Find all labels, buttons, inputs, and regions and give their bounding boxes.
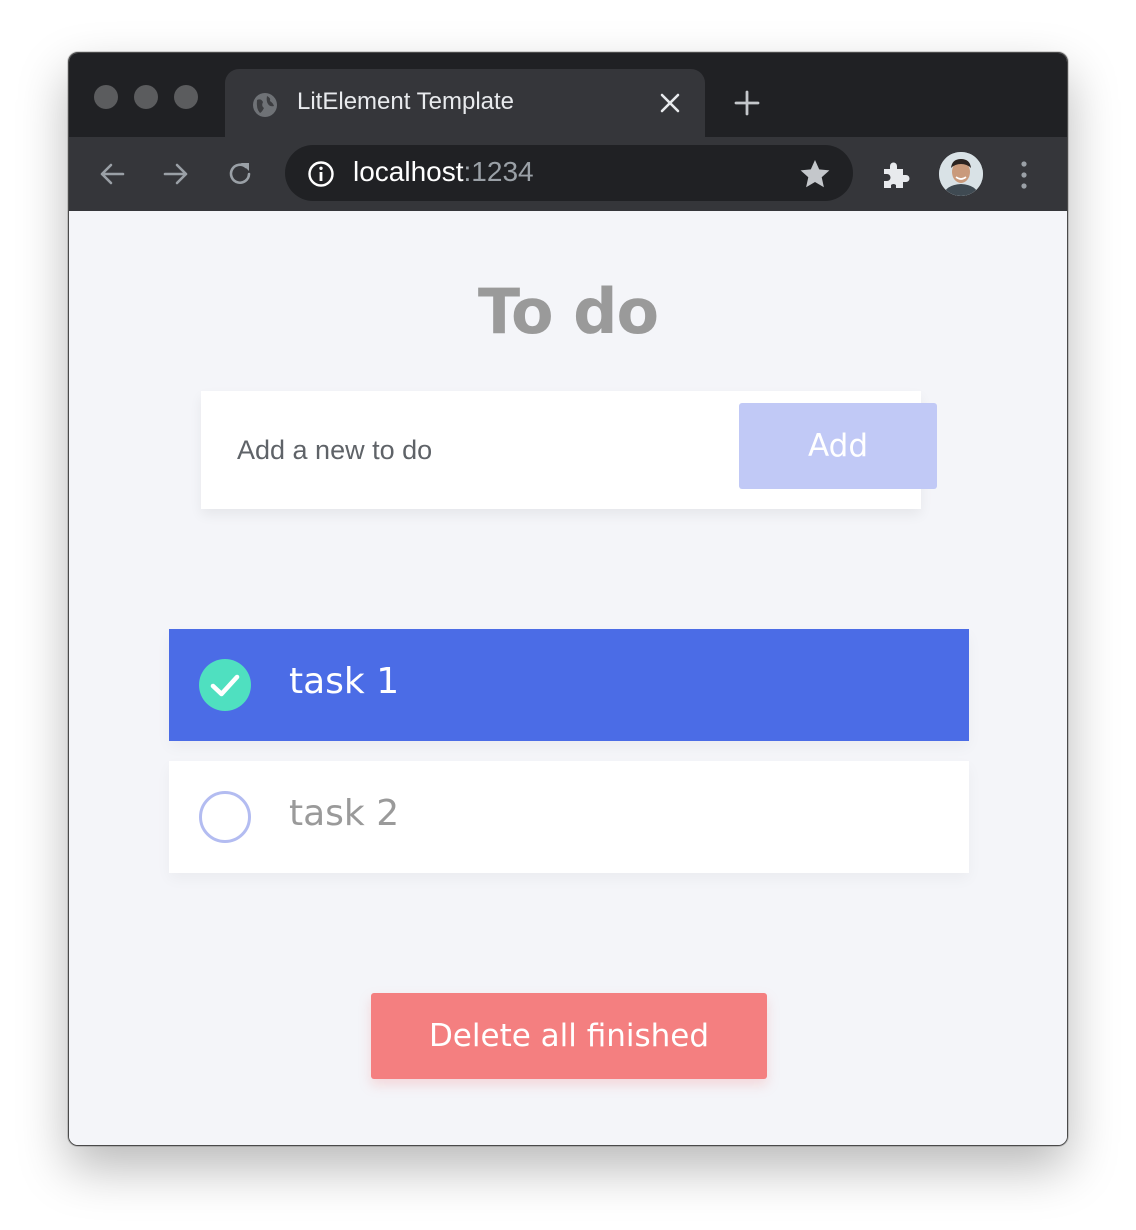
new-todo-input[interactable]: [201, 391, 741, 509]
tab-title: LitElement Template: [297, 88, 515, 115]
url-host: localhost: [353, 156, 464, 187]
task-label: task 1: [289, 661, 400, 702]
address-bar[interactable]: localhost:1234: [285, 145, 853, 201]
back-arrow-icon[interactable]: [97, 159, 127, 189]
info-icon[interactable]: [307, 160, 335, 188]
tab-strip: LitElement Template: [69, 53, 1067, 137]
profile-photo-icon: [939, 152, 983, 196]
window-minimize-dot[interactable]: [134, 85, 158, 109]
star-icon[interactable]: [799, 158, 831, 190]
browser-window: LitElement Template localhost:1234 To do…: [68, 52, 1068, 1146]
page-content: To do Add task 1 task 2 Delete all finis…: [69, 211, 1067, 1145]
task-checkbox-unchecked[interactable]: [199, 791, 251, 843]
delete-finished-button[interactable]: Delete all finished: [371, 993, 767, 1079]
avatar[interactable]: [939, 152, 983, 196]
globe-icon: [253, 93, 277, 117]
url-port: :1234: [463, 156, 534, 187]
add-button[interactable]: Add: [739, 403, 937, 489]
task-checkbox-checked[interactable]: [199, 659, 251, 711]
kebab-menu-icon[interactable]: [1017, 159, 1031, 191]
puzzle-icon[interactable]: [879, 159, 911, 191]
task-label: task 2: [289, 793, 400, 834]
task-item-1[interactable]: task 1: [169, 629, 969, 741]
window-zoom-dot[interactable]: [174, 85, 198, 109]
window-close-dot[interactable]: [94, 85, 118, 109]
checkmark-icon: [210, 674, 240, 697]
url-text: localhost:1234: [353, 156, 534, 188]
page-title: To do: [477, 275, 659, 348]
browser-tab[interactable]: LitElement Template: [225, 69, 705, 137]
forward-arrow-icon[interactable]: [161, 159, 191, 189]
plus-icon[interactable]: [733, 89, 761, 117]
task-item-2[interactable]: task 2: [169, 761, 969, 873]
close-icon[interactable]: [659, 92, 681, 114]
reload-icon[interactable]: [225, 159, 255, 189]
browser-toolbar: localhost:1234: [69, 137, 1067, 211]
